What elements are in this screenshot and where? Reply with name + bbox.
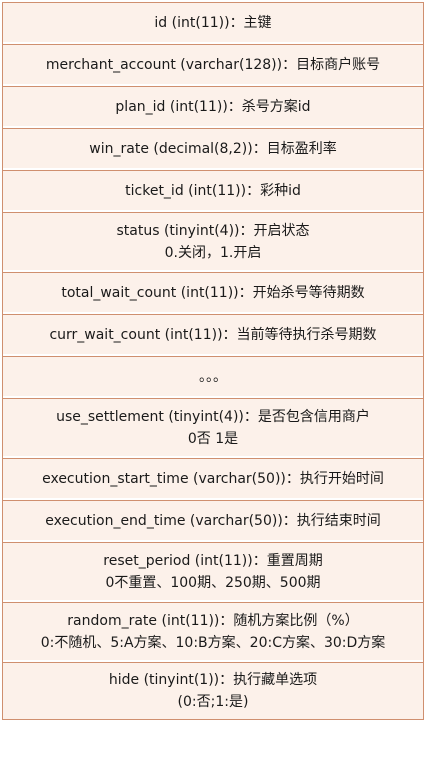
field-text: plan_id (int(11))：杀号方案id [115, 98, 311, 115]
field-text: execution_end_time (varchar(50))：执行结束时间 [45, 512, 381, 529]
field-description: 0不重置、100期、250期、500期 [105, 574, 321, 591]
field-text: use_settlement (tinyint(4))：是否包含信用商户 [56, 408, 370, 425]
field-row-win-rate: win_rate (decimal(8,2))：目标盈利率 [3, 128, 423, 168]
field-text: id (int(11))：主键 [154, 14, 272, 31]
field-text: hide (tinyint(1))：执行藏单选项 [108, 672, 318, 688]
field-text: ticket_id (int(11))：彩种id [125, 182, 301, 199]
field-text: curr_wait_count (int(11))：当前等待执行杀号期数 [49, 326, 377, 343]
field-text: random_rate (int(11))：随机方案比例（%） [67, 612, 359, 629]
field-description: 0否 1是 [187, 430, 239, 447]
field-text: reset_period (int(11))：重置周期 [103, 552, 323, 569]
field-row-id: id (int(11))：主键 [3, 2, 423, 42]
field-description: 0:不随机、5:A方案、10:B方案、20:C方案、30:D方案 [40, 634, 386, 651]
field-row-ellipsis: 。。。 [3, 356, 423, 396]
field-text: total_wait_count (int(11))：开始杀号等待期数 [61, 284, 365, 301]
field-description: 0.关闭，1.开启 [164, 244, 262, 261]
field-row-curr-wait-count: curr_wait_count (int(11))：当前等待执行杀号期数 [3, 314, 423, 354]
field-row-status: status (tinyint(4))：开启状态 0.关闭，1.开启 [3, 212, 423, 270]
ellipsis-text: 。。。 [199, 368, 227, 385]
field-row-ticket-id: ticket_id (int(11))：彩种id [3, 170, 423, 210]
field-text: execution_start_time (varchar(50))：执行开始时… [42, 470, 384, 487]
field-description: (0:否;1:是) [177, 694, 249, 710]
field-text: merchant_account (varchar(128))：目标商户账号 [45, 56, 381, 73]
field-row-hide: hide (tinyint(1))：执行藏单选项 (0:否;1:是) [3, 662, 423, 720]
field-row-merchant-account: merchant_account (varchar(128))：目标商户账号 [3, 44, 423, 84]
field-row-random-rate: random_rate (int(11))：随机方案比例（%） 0:不随机、5:… [3, 602, 423, 660]
field-row-plan-id: plan_id (int(11))：杀号方案id [3, 86, 423, 126]
field-text: status (tinyint(4))：开启状态 [116, 222, 310, 239]
field-row-execution-start-time: execution_start_time (varchar(50))：执行开始时… [3, 458, 423, 498]
field-row-use-settlement: use_settlement (tinyint(4))：是否包含信用商户 0否 … [3, 398, 423, 456]
schema-field-table: id (int(11))：主键 merchant_account (varcha… [2, 2, 424, 720]
field-row-reset-period: reset_period (int(11))：重置周期 0不重置、100期、25… [3, 542, 423, 600]
field-text: win_rate (decimal(8,2))：目标盈利率 [89, 140, 337, 157]
field-row-total-wait-count: total_wait_count (int(11))：开始杀号等待期数 [3, 272, 423, 312]
field-row-execution-end-time: execution_end_time (varchar(50))：执行结束时间 [3, 500, 423, 540]
